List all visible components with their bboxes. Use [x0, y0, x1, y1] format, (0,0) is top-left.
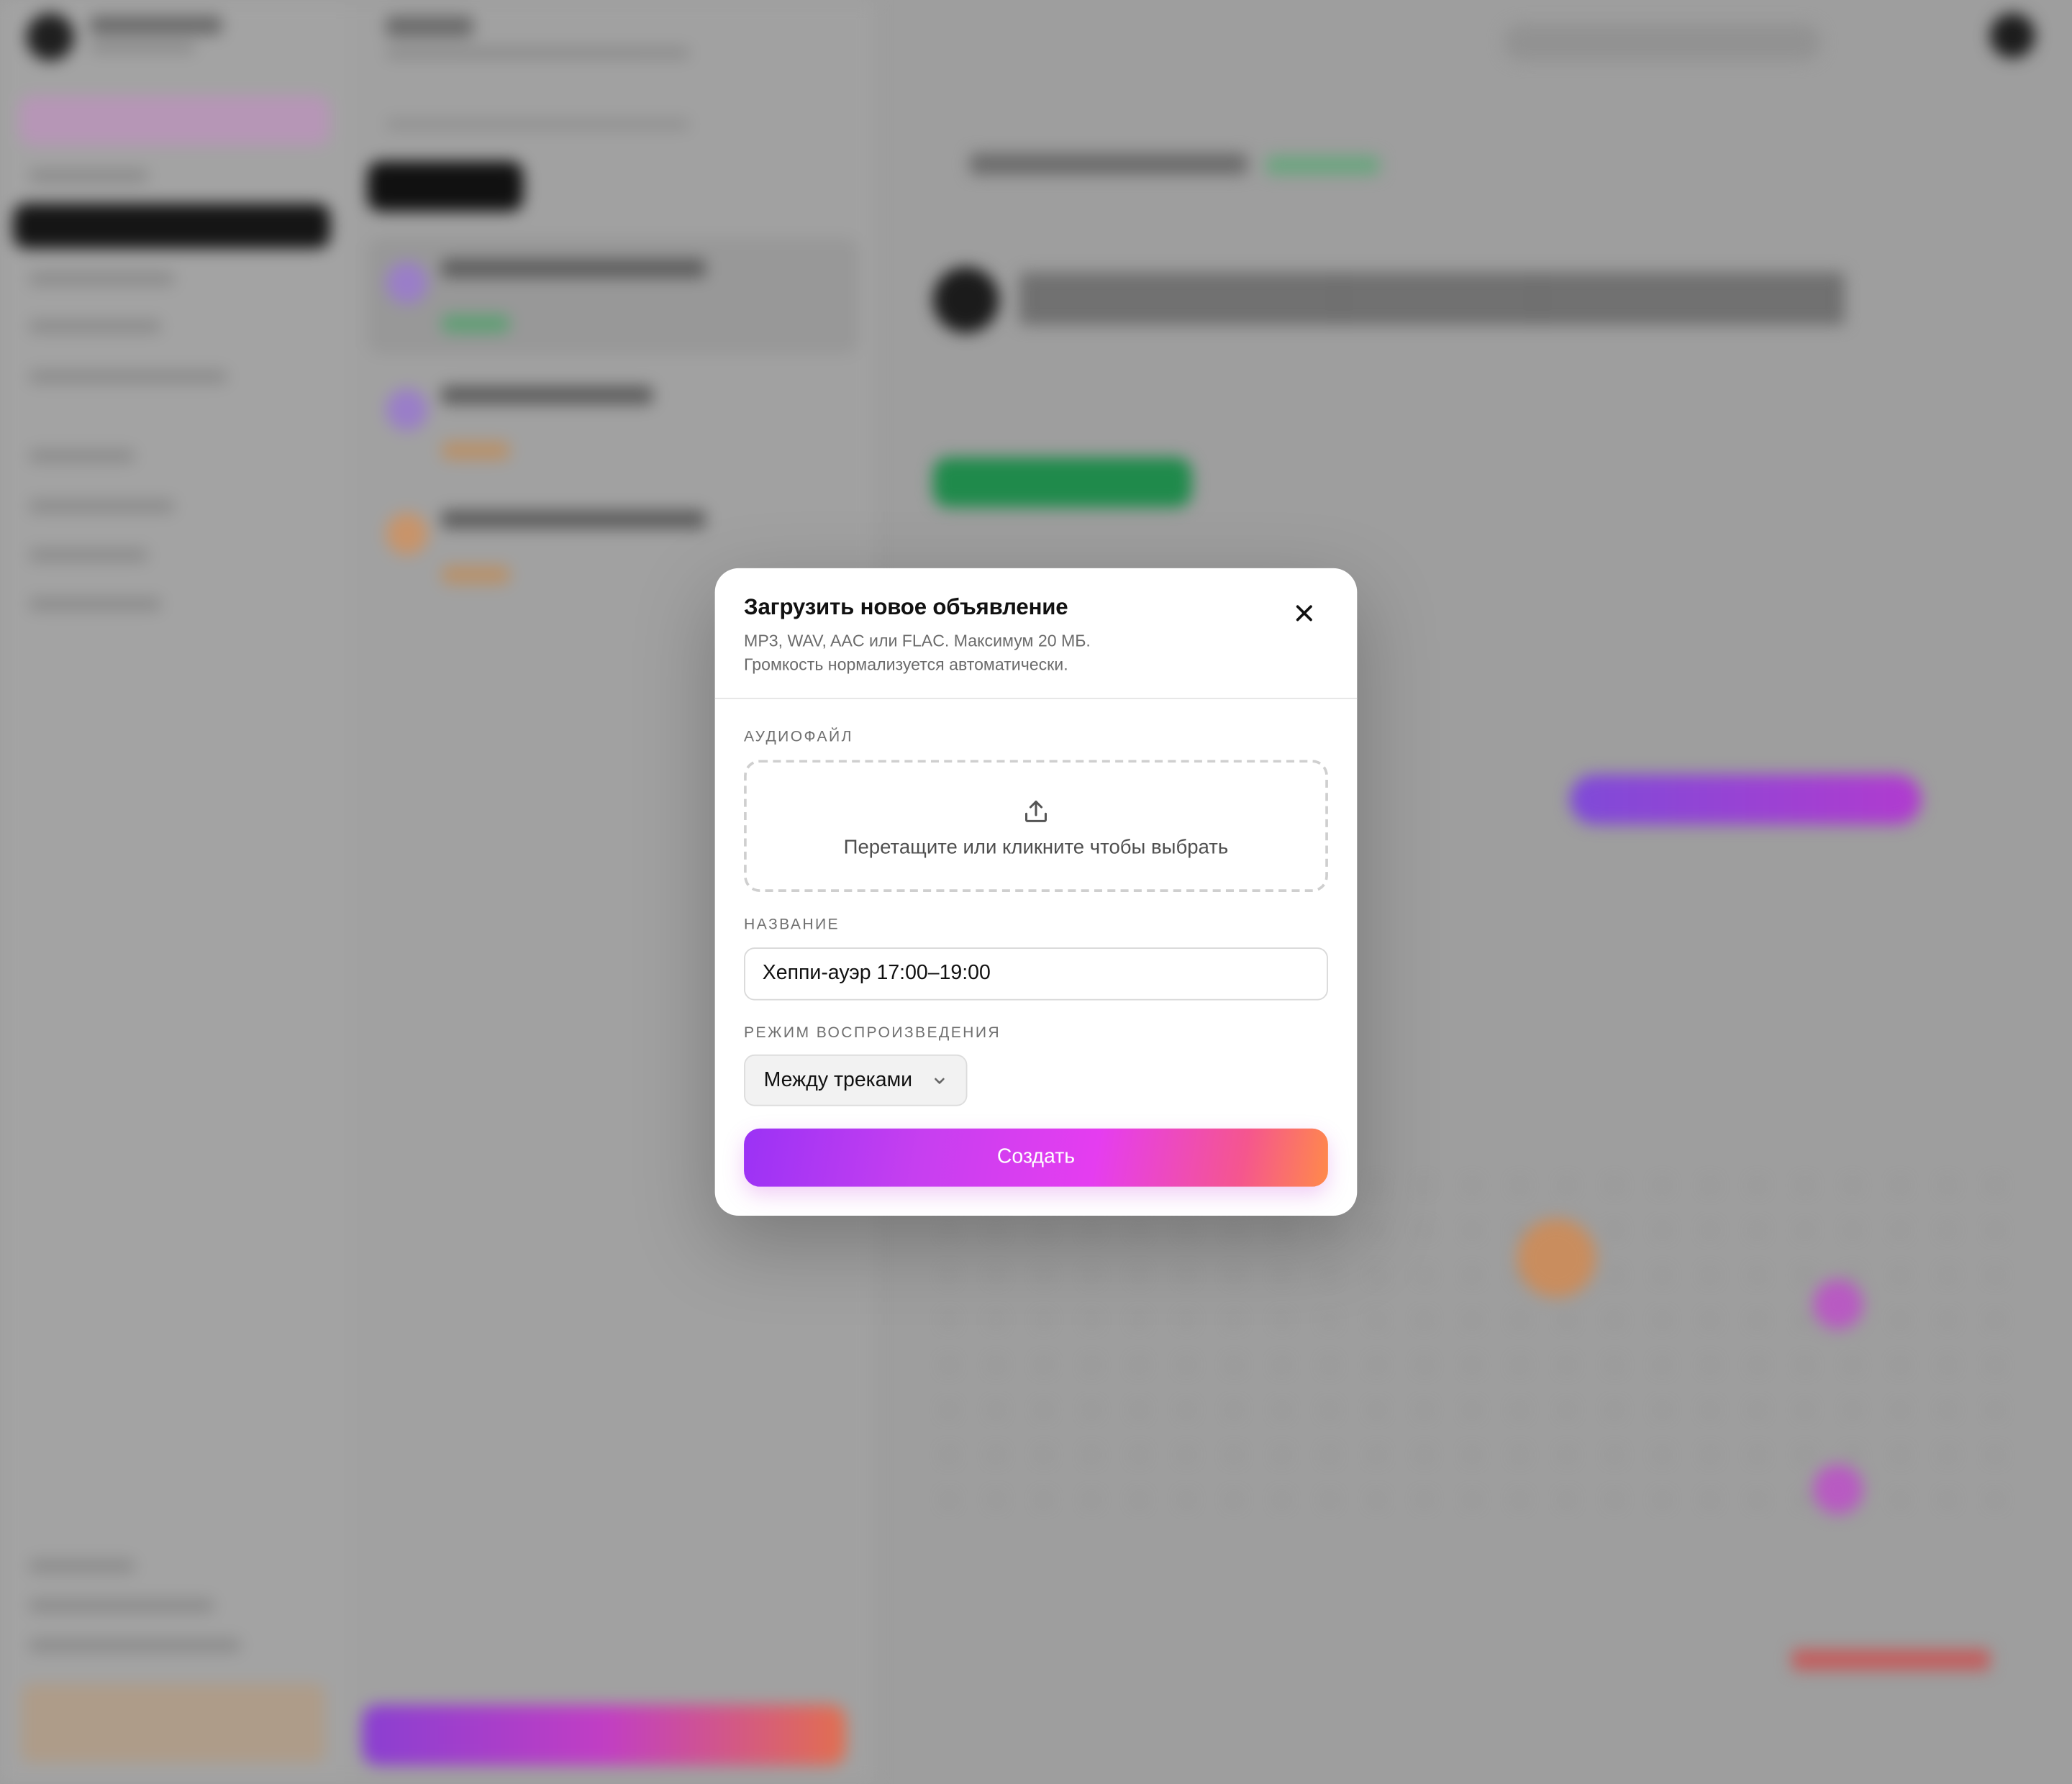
- upload-announcement-modal: Загрузить новое объявление MP3, WAV, AAC…: [714, 568, 1358, 1216]
- list-item-title-placeholder: [441, 386, 653, 405]
- sidebar-item: [29, 597, 162, 611]
- modal-subtitle: MP3, WAV, AAC или FLAC. Максимум 20 МБ. …: [744, 629, 1273, 676]
- sidebar-item: [29, 1559, 135, 1573]
- grid-marker: [1812, 1464, 1863, 1515]
- playback-mode-value: Между треками: [763, 1068, 913, 1091]
- detail-title-placeholder: [970, 153, 1248, 175]
- list-item: [367, 237, 859, 355]
- chevron-down-icon: [935, 1078, 945, 1084]
- modal-title: Загрузить новое объявление: [744, 594, 1068, 620]
- sidebar-item-active: [18, 95, 331, 146]
- delete-link: [1791, 1649, 1991, 1670]
- playback-mode-label: РЕЖИМ ВОСПРОИЗВЕДЕНИЯ: [744, 1025, 1001, 1042]
- detail-badge: [1266, 155, 1380, 175]
- grid-marker: [1812, 1279, 1863, 1330]
- page-subtitle-placeholder: [386, 47, 690, 58]
- page-title-placeholder: [386, 16, 473, 37]
- sidebar-item: [29, 272, 175, 286]
- dropzone-text: Перетащите или кликните чтобы выбрать: [843, 835, 1229, 859]
- sidebar-item: [29, 370, 227, 383]
- name-label: НАЗВАНИЕ: [744, 916, 840, 933]
- upgrade-banner: [21, 1683, 325, 1763]
- modal-header: Загрузить новое объявление MP3, WAV, AAC…: [714, 568, 1358, 699]
- modal-subtitle-line: Громкость нормализуется автоматически.: [744, 655, 1068, 674]
- sidebar-item: [29, 319, 162, 333]
- list-item-title-placeholder: [441, 259, 706, 278]
- sidebar-item: [29, 449, 135, 463]
- logo: [26, 13, 74, 61]
- status-badge: [441, 565, 510, 584]
- sidebar: [0, 0, 347, 1784]
- list-item-icon: [386, 388, 429, 431]
- close-icon: [1296, 605, 1312, 622]
- play-button: [932, 267, 999, 333]
- name-input[interactable]: [744, 947, 1328, 1001]
- green-action-button: [932, 457, 1192, 508]
- create-button[interactable]: Создать: [744, 1128, 1328, 1187]
- list-item-icon: [386, 512, 429, 555]
- upload-icon: [1024, 800, 1047, 822]
- sidebar-item: [29, 548, 148, 562]
- modal-subtitle-line: MP3, WAV, AAC или FLAC. Максимум 20 МБ.: [744, 632, 1091, 650]
- grid-marker: [1517, 1218, 1596, 1298]
- bottom-action-button: [362, 1704, 846, 1766]
- sidebar-item: [29, 169, 148, 183]
- logo-text-placeholder: [89, 16, 222, 35]
- filter-placeholder: [386, 119, 690, 130]
- status-badge: [441, 441, 510, 460]
- purple-pill: [1569, 774, 1922, 825]
- logo-subtext-placeholder: [89, 42, 196, 53]
- app-screen: Загрузить новое объявление MP3, WAV, AAC…: [0, 0, 2072, 1784]
- status-badge: [441, 314, 510, 333]
- sidebar-item: [29, 1598, 214, 1613]
- waveform: [1019, 272, 1845, 325]
- close-button[interactable]: [1289, 597, 1320, 629]
- audio-file-label: АУДИОФАЙЛ: [744, 729, 853, 746]
- segment-active: [367, 161, 524, 211]
- audio-dropzone[interactable]: Перетащите или кликните чтобы выбрать: [744, 760, 1328, 892]
- list-item: [368, 365, 859, 481]
- sidebar-item: [29, 499, 175, 513]
- sidebar-item-selected: [13, 203, 331, 249]
- search-bar: [1504, 24, 1821, 61]
- playback-mode-select[interactable]: Между треками: [744, 1054, 968, 1106]
- avatar: [1990, 13, 2035, 58]
- list-item-icon: [386, 261, 429, 304]
- list-item-title-placeholder: [441, 510, 706, 529]
- sidebar-item: [29, 1638, 241, 1652]
